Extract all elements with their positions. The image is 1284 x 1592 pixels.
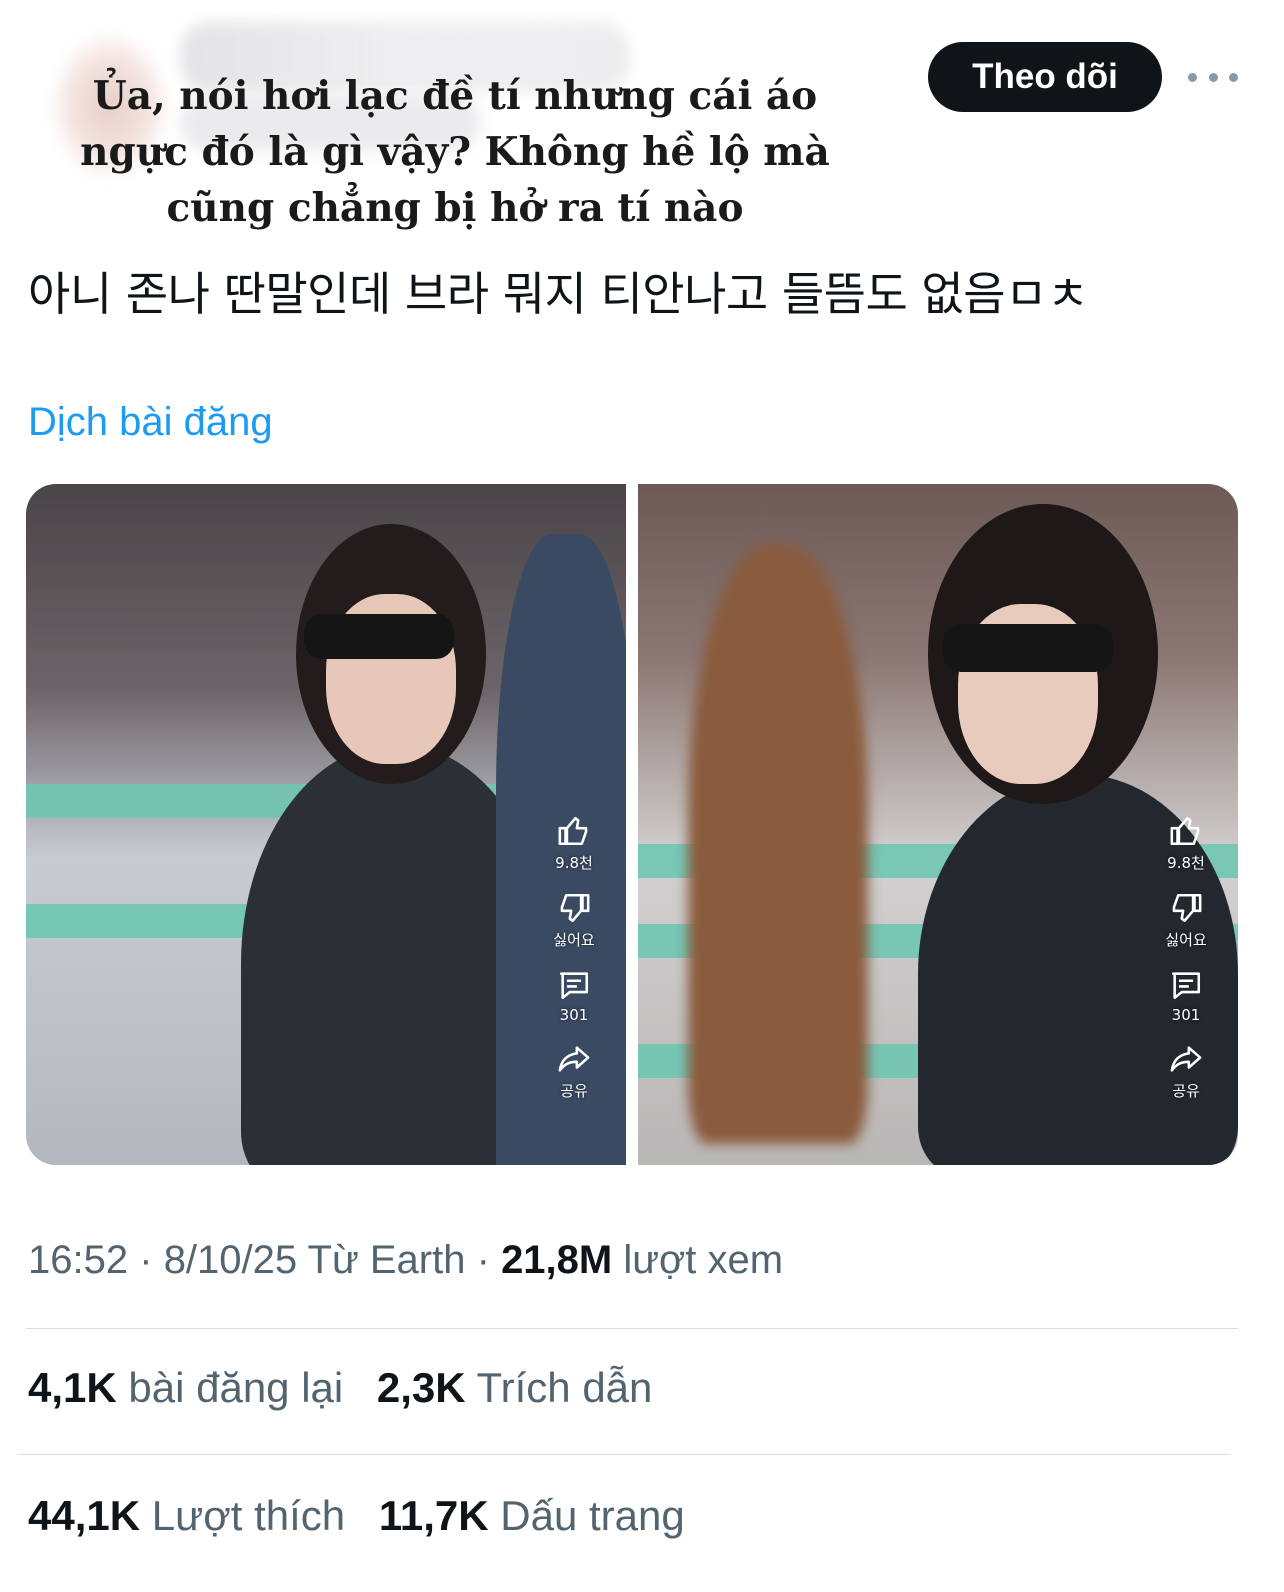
sunglasses bbox=[943, 624, 1113, 672]
stats-row-reposts: 4,1K bài đăng lại 2,3K Trích dẫn bbox=[28, 1364, 652, 1412]
meta-separator: · bbox=[139, 1238, 153, 1282]
sunglasses bbox=[304, 614, 454, 659]
thumbs-down-icon bbox=[560, 893, 590, 923]
divider bbox=[18, 1454, 1230, 1455]
divider bbox=[26, 1328, 1238, 1329]
translate-post-link[interactable]: Dịch bài đăng bbox=[28, 400, 273, 445]
video-side-actions: 9.8천 싫어요 301 공유 bbox=[544, 814, 604, 1101]
comment-action[interactable]: 301 bbox=[557, 968, 591, 1024]
follow-button[interactable]: Theo dõi bbox=[928, 42, 1162, 112]
media-photo-2[interactable]: 9.8천 싫어요 301 공유 bbox=[638, 484, 1238, 1165]
meta-separator: · bbox=[476, 1238, 490, 1282]
post-date[interactable]: 8/10/25 bbox=[164, 1238, 297, 1282]
share-arrow-icon bbox=[1170, 1046, 1202, 1072]
more-horizontal-icon[interactable] bbox=[1188, 62, 1238, 92]
video-side-actions: 9.8천 싫어요 301 공유 bbox=[1156, 814, 1216, 1101]
views-label: lượt xem bbox=[623, 1238, 784, 1282]
post-meta: 16:52 · 8/10/25 Từ Earth · 21,8M lượt xe… bbox=[28, 1238, 783, 1283]
person-background-blurred bbox=[688, 544, 868, 1144]
stats-row-likes: 44,1K Lượt thích 11,7K Dấu trang bbox=[28, 1492, 685, 1540]
like-action[interactable]: 9.8천 bbox=[1167, 814, 1205, 873]
like-action[interactable]: 9.8천 bbox=[555, 814, 593, 873]
post-text: 아니 존나 딴말인데 브라 뭐지 티안나고 들뜸도 없음ㅁㅊ bbox=[28, 267, 1089, 321]
post-source: Từ Earth bbox=[307, 1238, 466, 1282]
media-photo-1[interactable]: 9.8천 싫어요 301 공유 bbox=[26, 484, 626, 1165]
thumbs-down-icon bbox=[1172, 893, 1202, 923]
share-action[interactable]: 공유 bbox=[1169, 1042, 1203, 1101]
thumbs-up-icon bbox=[558, 816, 588, 846]
post-time[interactable]: 16:52 bbox=[28, 1238, 128, 1282]
dislike-action[interactable]: 싫어요 bbox=[1165, 891, 1207, 950]
media-gallery: 9.8천 싫어요 301 공유 9.8천 싫어요 301 공유 bbox=[26, 484, 1238, 1165]
translation-overlay-caption: Ủa, nói hơi lạc đề tí nhưng cái áo ngực … bbox=[80, 73, 830, 231]
views-count[interactable]: 21,8M bbox=[501, 1238, 612, 1282]
reposts-stat[interactable]: 4,1K bài đăng lại bbox=[28, 1364, 343, 1411]
bookmarks-stat[interactable]: 11,7K Dấu trang bbox=[379, 1492, 685, 1539]
likes-stat[interactable]: 44,1K Lượt thích bbox=[28, 1492, 345, 1539]
comment-icon bbox=[1171, 972, 1201, 1000]
thumbs-up-icon bbox=[1170, 816, 1200, 846]
quotes-stat[interactable]: 2,3K Trích dẫn bbox=[377, 1364, 653, 1411]
comment-icon bbox=[559, 972, 589, 1000]
share-arrow-icon bbox=[558, 1046, 590, 1072]
share-action[interactable]: 공유 bbox=[557, 1042, 591, 1101]
comment-action[interactable]: 301 bbox=[1169, 968, 1203, 1024]
dislike-action[interactable]: 싫어요 bbox=[553, 891, 595, 950]
